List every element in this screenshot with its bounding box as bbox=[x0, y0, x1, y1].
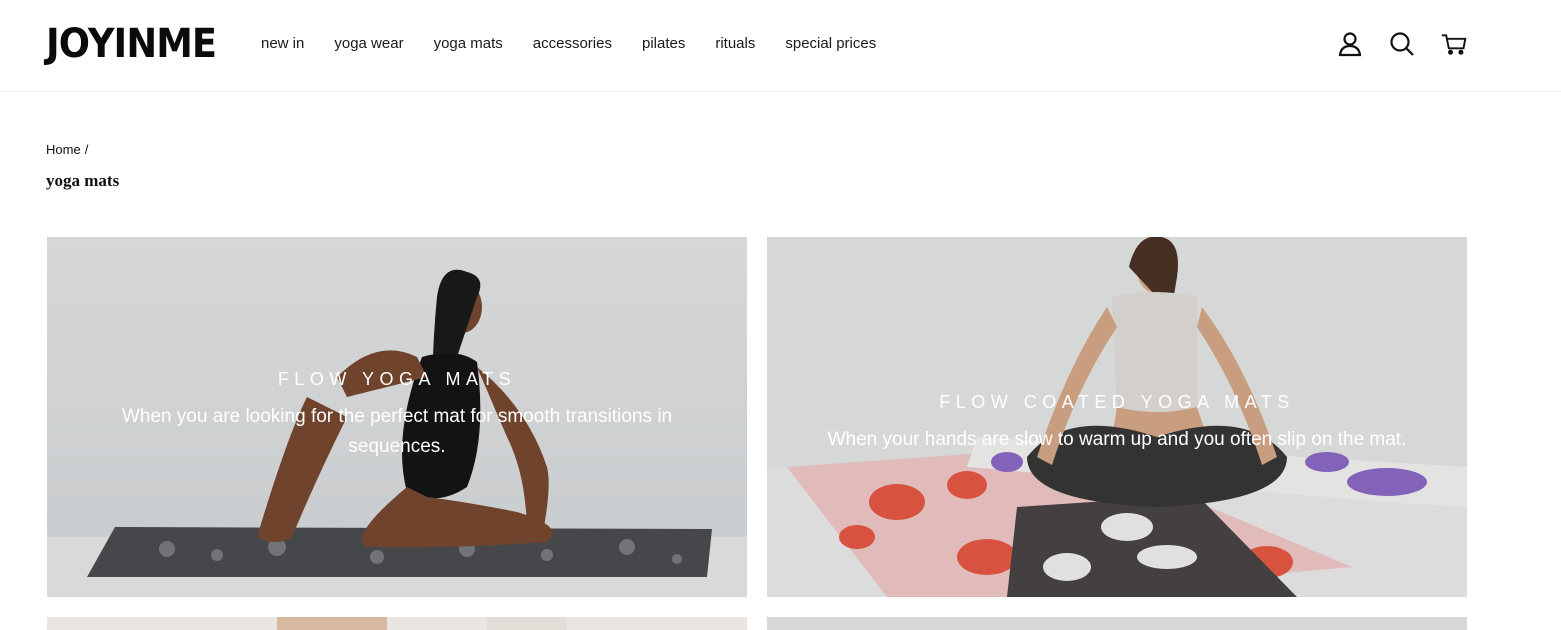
collection-image-partial bbox=[47, 617, 747, 630]
collection-tile-partial[interactable] bbox=[767, 617, 1467, 630]
nav-link-new-in[interactable]: new in bbox=[261, 34, 304, 54]
nav-link-accessories[interactable]: accessories bbox=[533, 34, 612, 54]
collection-overlay: FLOW YOGA MATS When you are looking for … bbox=[47, 237, 747, 597]
nav-link-yoga-wear[interactable]: yoga wear bbox=[334, 34, 403, 54]
nav-link-rituals[interactable]: rituals bbox=[715, 34, 755, 54]
collection-subtitle: When your hands are slow to warm up and … bbox=[827, 428, 1407, 450]
main-nav: new in yoga wear yoga mats accessories p… bbox=[261, 34, 876, 54]
breadcrumb: Home / bbox=[46, 142, 88, 158]
page-title: yoga mats bbox=[46, 171, 120, 190]
account-icon[interactable] bbox=[1337, 30, 1363, 58]
collection-overlay: FLOW COATED YOGA MATS When your hands ar… bbox=[767, 249, 1467, 597]
collection-tile-flow-coated-yoga-mats[interactable]: FLOW COATED YOGA MATS When your hands ar… bbox=[767, 237, 1467, 597]
breadcrumb-separator: / bbox=[84, 142, 89, 157]
collection-image-partial bbox=[767, 617, 1467, 630]
search-icon[interactable] bbox=[1389, 30, 1415, 58]
header-icons bbox=[1337, 30, 1467, 58]
nav-link-yoga-mats[interactable]: yoga mats bbox=[434, 34, 503, 54]
collection-title: FLOW YOGA MATS bbox=[277, 369, 517, 389]
cart-icon[interactable] bbox=[1441, 30, 1467, 58]
collection-tile-flow-yoga-mats[interactable]: FLOW YOGA MATS When you are looking for … bbox=[47, 237, 747, 597]
breadcrumb-home-link[interactable]: Home bbox=[46, 142, 81, 157]
brand-logo[interactable]: JOYINME bbox=[46, 22, 217, 66]
collection-subtitle: When you are looking for the perfect mat… bbox=[121, 406, 673, 457]
nav-link-pilates[interactable]: pilates bbox=[642, 34, 685, 54]
nav-link-special-prices[interactable]: special prices bbox=[785, 34, 876, 54]
collection-title: FLOW COATED YOGA MATS bbox=[939, 391, 1295, 412]
site-header: JOYINME new in yoga wear yoga mats acces… bbox=[0, 0, 1561, 92]
collection-tile-partial[interactable] bbox=[47, 617, 747, 630]
